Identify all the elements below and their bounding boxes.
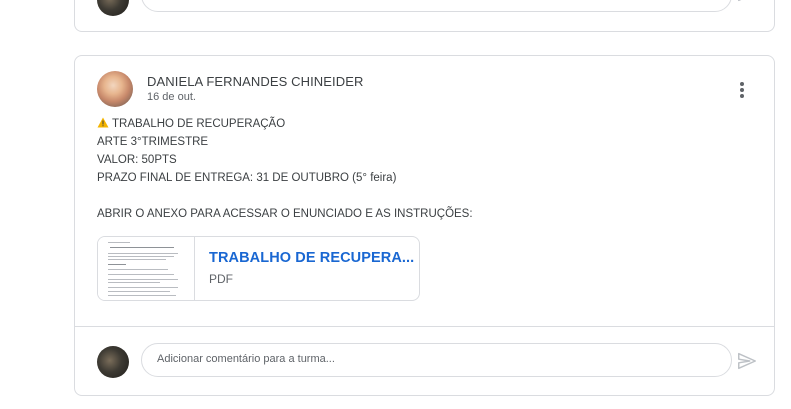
more-options-icon[interactable] [730, 78, 754, 102]
previous-post-card [74, 0, 775, 32]
announcement-card: DANIELA FERNANDES CHINEIDER 16 de out. T… [74, 55, 775, 396]
attachment-thumbnail [98, 237, 195, 300]
author-name: DANIELA FERNANDES CHINEIDER [147, 74, 364, 89]
post-body: TRABALHO DE RECUPERAÇÃO ARTE 3°TRIMESTRE… [97, 115, 473, 223]
attachment-card[interactable]: TRABALHO DE RECUPERA... PDF [97, 236, 420, 301]
post-line: VALOR: 50PTS [97, 154, 177, 166]
post-line: PRAZO FINAL DE ENTREGA: 31 DE OUTUBRO (5… [97, 172, 397, 184]
attachment-type: PDF [209, 272, 233, 286]
user-avatar [97, 0, 129, 16]
post-date: 16 de out. [147, 91, 196, 103]
post-line: ABRIR O ANEXO PARA ACESSAR O ENUNCIADO E… [97, 208, 473, 220]
class-comment-input[interactable]: Adicionar comentário para a turma... [141, 343, 732, 377]
author-avatar [97, 71, 133, 107]
warning-icon [97, 117, 109, 128]
class-comment-input[interactable] [141, 0, 732, 12]
post-line: ARTE 3°TRIMESTRE [97, 136, 209, 148]
comment-placeholder: Adicionar comentário para a turma... [157, 353, 335, 365]
send-icon[interactable] [736, 0, 758, 4]
user-avatar [97, 346, 129, 378]
divider [75, 326, 774, 327]
attachment-title[interactable]: TRABALHO DE RECUPERA... [209, 250, 414, 266]
send-icon[interactable] [736, 350, 758, 372]
post-line: TRABALHO DE RECUPERAÇÃO [112, 118, 286, 130]
